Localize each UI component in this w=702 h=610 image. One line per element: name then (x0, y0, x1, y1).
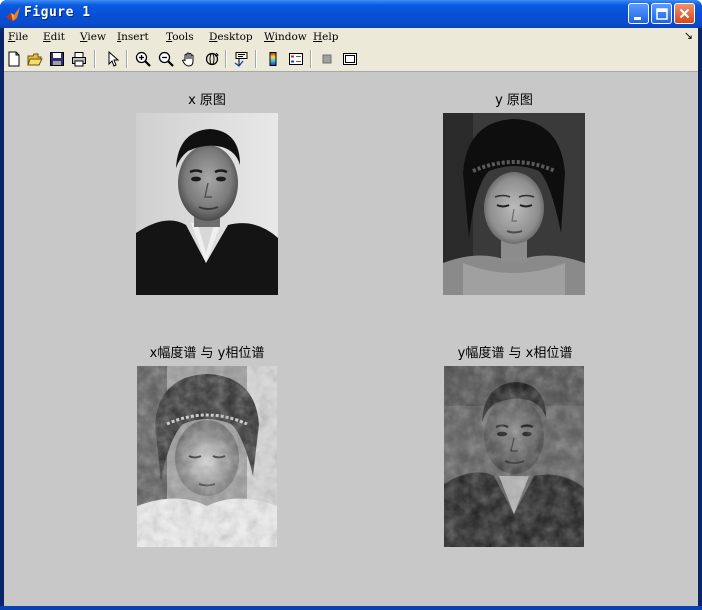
menu-edit[interactable]: Edit (43, 31, 65, 43)
data-cursor-icon[interactable] (233, 50, 251, 68)
minimize-icon (634, 17, 641, 20)
window-bottom-border (0, 606, 702, 610)
figure-toolbar (4, 47, 698, 72)
matlab-logo-icon (5, 6, 21, 22)
subplot-title-x-amp-y-phase: x幅度谱 与 y相位谱 (149, 346, 265, 361)
menu-desktop[interactable]: Desktop (209, 31, 253, 43)
dock-arrow-icon[interactable]: ↘ (684, 29, 693, 42)
show-plot-tools-icon[interactable] (341, 50, 359, 68)
menu-window[interactable]: Window (264, 31, 307, 43)
menu-tools[interactable]: Tools (166, 31, 194, 43)
open-folder-icon[interactable] (26, 50, 44, 68)
maximize-button[interactable] (651, 3, 672, 24)
subplot-title-y-amp-x-phase: y幅度谱 与 x相位谱 (457, 346, 573, 361)
title-bar[interactable]: Figure 1 (0, 0, 702, 28)
minimize-button[interactable] (628, 3, 649, 24)
subplot-title-x-original: x 原图 (188, 93, 226, 108)
toolbar-separator (225, 50, 227, 68)
save-icon[interactable] (48, 50, 66, 68)
figure-window: Figure 1 File Edit View Insert Tools Des… (0, 0, 702, 610)
image-x-original (136, 113, 278, 295)
menu-view[interactable]: View (80, 31, 106, 43)
colorbar-icon[interactable] (264, 50, 282, 68)
toolbar-separator (126, 50, 128, 68)
subplot-title-y-original: y 原图 (495, 93, 533, 108)
close-button[interactable] (674, 3, 695, 24)
image-y-amp-x-phase (444, 366, 584, 547)
toolbar-separator (255, 50, 257, 68)
hide-plot-tools-icon[interactable] (318, 50, 336, 68)
image-x-amp-y-phase (137, 366, 277, 547)
pointer-icon[interactable] (104, 50, 122, 68)
print-icon[interactable] (70, 50, 88, 68)
new-file-icon[interactable] (5, 50, 23, 68)
menu-help[interactable]: Help (313, 31, 338, 43)
menu-bar: File Edit View Insert Tools Desktop Wind… (4, 28, 698, 47)
window-title: Figure 1 (24, 5, 91, 20)
menu-insert[interactable]: Insert (117, 31, 149, 43)
menu-file[interactable]: File (8, 31, 28, 43)
toolbar-separator (94, 50, 96, 68)
rotate-3d-icon[interactable] (203, 50, 221, 68)
close-icon (679, 8, 690, 19)
image-y-original (443, 113, 585, 295)
toolbar-separator (310, 50, 312, 68)
zoom-out-icon[interactable] (157, 50, 175, 68)
pan-hand-icon[interactable] (180, 50, 198, 68)
legend-icon[interactable] (287, 50, 305, 68)
figure-canvas: x 原图 y 原图 x幅度谱 与 y相位谱 y幅度谱 与 x相位谱 (4, 72, 698, 606)
maximize-icon (656, 8, 668, 20)
zoom-in-icon[interactable] (134, 50, 152, 68)
